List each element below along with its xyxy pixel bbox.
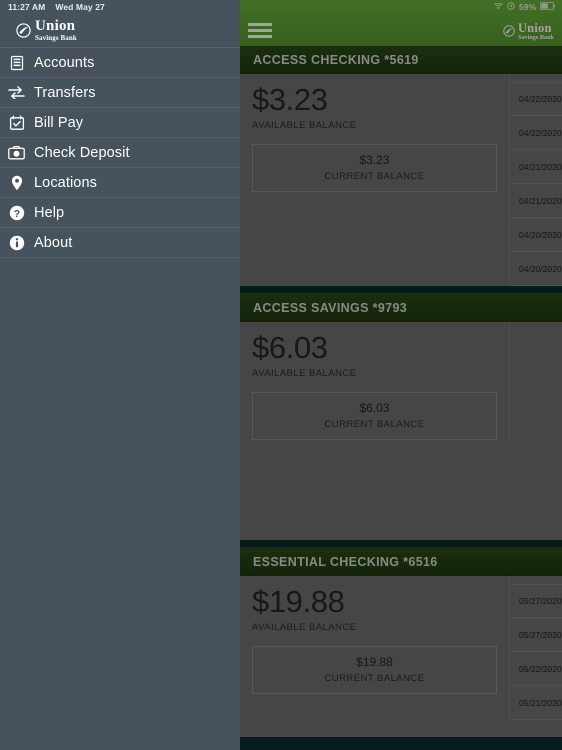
sidebar-item-transfers[interactable]: Transfers xyxy=(0,78,240,108)
transaction-row[interactable]: 04/20/2020 xyxy=(510,218,562,252)
top-bar-status-indicators: 59% xyxy=(493,2,556,12)
transaction-row[interactable]: 05/27/2020 xyxy=(510,618,562,652)
wifi-icon xyxy=(493,2,503,12)
logo-swoosh-icon xyxy=(16,23,31,38)
main-panel: 59% Union Savings Bank ACCESS CHECKING *… xyxy=(240,0,562,750)
hamburger-bar xyxy=(248,28,272,32)
account-balance-summary: $19.88 AVAILABLE BALANCE $19.88 CURRENT BAL… xyxy=(240,576,510,720)
available-balance-label: AVAILABLE BALANCE xyxy=(252,119,357,131)
sidebar-item-locations[interactable]: Locations xyxy=(0,168,240,198)
current-balance-amount: $19.88 xyxy=(356,654,393,669)
transaction-row[interactable]: 04/21/2020 xyxy=(510,184,562,218)
drawer-menu: Accounts Transfers Bill Pay Check Deposit Lo… xyxy=(0,48,240,258)
sidebar-item-label: About xyxy=(34,234,73,251)
account-balance-summary: $6.03 AVAILABLE BALANCE $6.03 CURRENT BALAN… xyxy=(240,322,510,440)
account-balance-summary: $3.23 AVAILABLE BALANCE $3.23 CURRENT BALAN… xyxy=(240,74,510,286)
current-balance-label: CURRENT BALANCE xyxy=(324,418,425,430)
hamburger-icon[interactable] xyxy=(248,20,272,40)
logo-brand-name: Union xyxy=(35,18,76,34)
logo-brand-tagline: Savings Bank xyxy=(517,35,554,41)
current-balance-box[interactable]: $19.88 CURRENT BALANCE xyxy=(252,645,497,694)
drawer-union-savings-bank-logo: Union Savings Bank xyxy=(0,14,240,48)
sidebar-item-label: Bill Pay xyxy=(34,114,84,131)
current-balance-box[interactable]: $6.03 CURRENT BALANCE xyxy=(252,391,497,440)
transaction-list[interactable]: 05/27/2020 05/27/2020 05/22/2020 05/21/2020 xyxy=(510,576,562,720)
current-balance-label: CURRENT BALANCE xyxy=(324,170,425,182)
available-balance-amount: $19.88 xyxy=(252,584,345,619)
status-bar-time: 11:27 AM xyxy=(8,2,46,12)
device-status-bar: 11:27 AM Wed May 27 xyxy=(0,0,240,14)
location-services-icon xyxy=(507,2,515,12)
transaction-row[interactable]: 04/22/2020 xyxy=(510,82,562,116)
transaction-date: 05/27/2020 xyxy=(519,629,562,640)
transaction-date: 04/22/2020 xyxy=(519,94,562,104)
sidebar-item-about[interactable]: About xyxy=(0,228,240,258)
account-card[interactable]: ACCESS SAVINGS *9793 $6.03 AVAILABLE BALAN… xyxy=(240,293,562,540)
sidebar-item-label: Locations xyxy=(34,174,97,191)
accounts-scroll-area[interactable]: ACCESS CHECKING *5619 $3.23 AVAILABLE BALA… xyxy=(240,46,562,750)
available-balance-label: AVAILABLE BALANCE xyxy=(252,367,357,379)
union-savings-bank-logo: Union Savings Bank xyxy=(503,20,554,41)
transaction-row[interactable]: 04/21/2020 xyxy=(510,150,562,184)
navigation-drawer: 11:27 AM Wed May 27 Union Savings Bank A… xyxy=(0,0,240,750)
sidebar-item-bill-pay[interactable]: Bill Pay xyxy=(0,108,240,138)
app-top-bar: 59% Union Savings Bank xyxy=(240,0,562,46)
account-card-body: $3.23 AVAILABLE BALANCE $3.23 CURRENT BALAN… xyxy=(240,74,562,286)
account-card-title: ACCESS CHECKING *5619 xyxy=(240,46,562,74)
transaction-row[interactable]: 05/22/2020 xyxy=(510,652,562,686)
account-card-title: ESSENTIAL CHECKING *6516 xyxy=(240,547,562,576)
transaction-date: 04/21/2020 xyxy=(519,161,562,172)
sidebar-item-label: Transfers xyxy=(34,84,96,101)
app-root: 59% Union Savings Bank ACCESS CHECKING *… xyxy=(0,0,562,750)
transaction-row[interactable]: 05/21/2020 xyxy=(510,686,562,720)
transfers-icon xyxy=(8,84,25,101)
hamburger-bar xyxy=(248,22,272,26)
status-bar-date: Wed May 27 xyxy=(55,2,105,12)
account-card-body: $6.03 AVAILABLE BALANCE $6.03 CURRENT BALAN… xyxy=(240,322,562,440)
account-card-title: ACCESS SAVINGS *9793 xyxy=(240,293,562,322)
sidebar-item-label: Check Deposit xyxy=(34,144,130,161)
logo-brand-name: Union xyxy=(517,20,552,35)
current-balance-box[interactable]: $3.23 CURRENT BALANCE xyxy=(252,143,497,192)
bill-pay-calendar-icon xyxy=(8,114,25,131)
transaction-list[interactable] xyxy=(510,322,562,440)
camera-icon xyxy=(8,144,25,161)
transaction-row[interactable]: 04/20/2020 xyxy=(510,252,562,286)
map-pin-icon xyxy=(8,174,25,191)
sidebar-item-help[interactable]: ? Help xyxy=(0,198,240,228)
available-balance-amount: $6.03 xyxy=(252,330,328,365)
account-card[interactable]: ESSENTIAL CHECKING *6516 $19.88 AVAILABLE … xyxy=(240,547,562,737)
transaction-date: 05/21/2020 xyxy=(519,697,562,708)
current-balance-amount: $6.03 xyxy=(359,400,390,415)
transaction-list[interactable]: 04/22/2020 04/22/2020 04/21/2020 04/21/2020… xyxy=(510,74,562,286)
account-card[interactable]: ACCESS CHECKING *5619 $3.23 AVAILABLE BALA… xyxy=(240,46,562,286)
info-icon xyxy=(8,234,25,251)
svg-text:?: ? xyxy=(13,208,19,220)
current-balance-label: CURRENT BALANCE xyxy=(324,672,425,684)
sidebar-item-accounts[interactable]: Accounts xyxy=(0,48,240,78)
available-balance-amount: $3.23 xyxy=(252,82,328,117)
battery-icon xyxy=(540,2,556,12)
transaction-row[interactable]: 04/22/2020 xyxy=(510,116,562,150)
account-card-body: $19.88 AVAILABLE BALANCE $19.88 CURRENT BAL… xyxy=(240,576,562,720)
battery-percent-label: 59% xyxy=(518,2,536,12)
transaction-date: 05/22/2020 xyxy=(519,663,562,674)
question-mark-icon: ? xyxy=(8,204,25,221)
transaction-date: 04/22/2020 xyxy=(519,127,562,138)
accounts-icon xyxy=(8,54,25,71)
sidebar-item-check-deposit[interactable]: Check Deposit xyxy=(0,138,240,168)
sidebar-item-label: Help xyxy=(34,204,65,221)
logo-swoosh-icon xyxy=(503,25,515,37)
transaction-date: 04/20/2020 xyxy=(519,229,562,240)
logo-brand-tagline: Savings Bank xyxy=(35,34,77,42)
transaction-date: 05/27/2020 xyxy=(519,596,562,606)
transaction-date: 04/21/2020 xyxy=(519,195,562,206)
transaction-date: 04/20/2020 xyxy=(519,263,562,274)
transaction-row[interactable]: 05/27/2020 xyxy=(510,584,562,618)
current-balance-amount: $3.23 xyxy=(359,152,390,167)
sidebar-item-label: Accounts xyxy=(34,54,95,71)
hamburger-bar xyxy=(248,34,272,38)
available-balance-label: AVAILABLE BALANCE xyxy=(252,621,357,633)
